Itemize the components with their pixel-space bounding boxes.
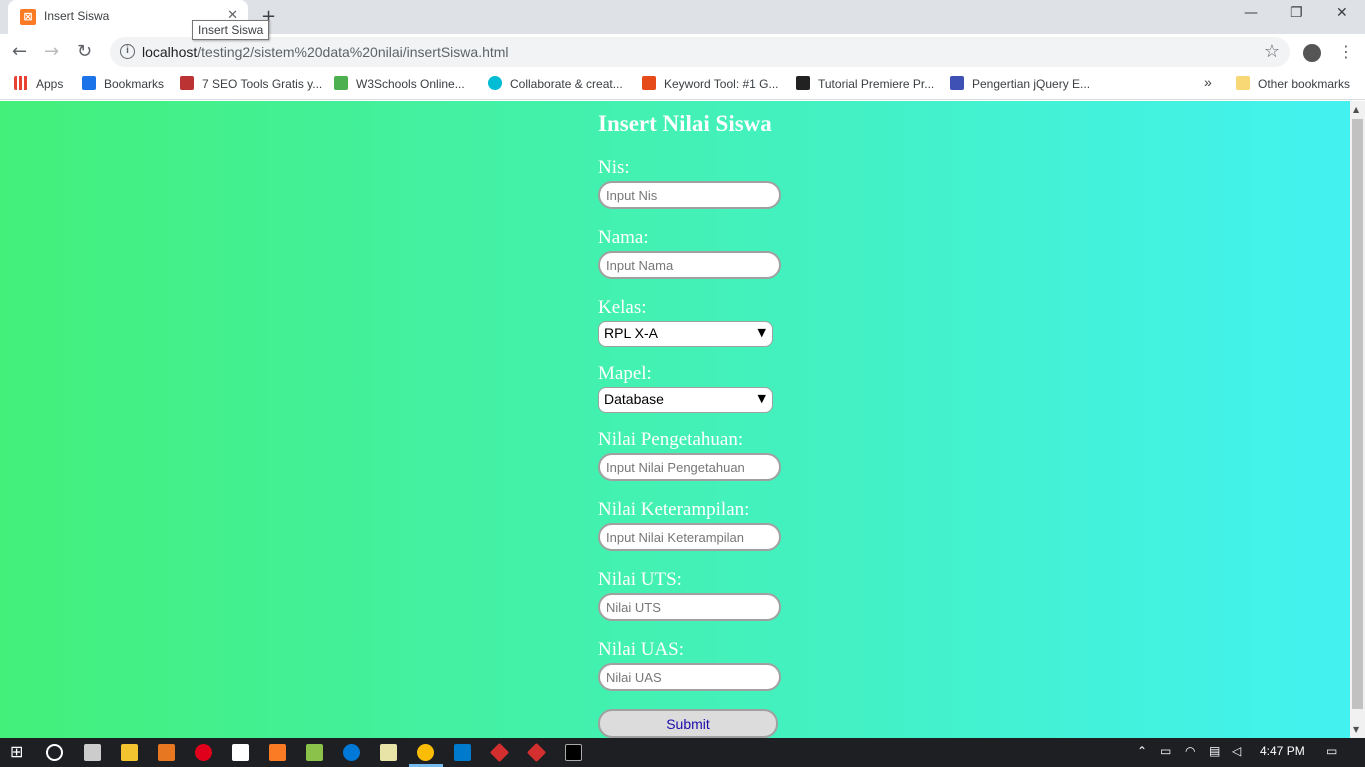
bookmark-star-icon[interactable]: ☆: [1264, 41, 1280, 62]
submit-button[interactable]: Submit: [598, 709, 778, 738]
info-icon[interactable]: i: [120, 44, 135, 59]
back-button[interactable]: ←: [12, 41, 27, 62]
apps-grid-icon: [14, 76, 28, 90]
forward-button[interactable]: →: [44, 41, 59, 62]
tab-tooltip: Insert Siswa: [192, 20, 270, 40]
mail-icon[interactable]: [232, 744, 249, 761]
edge-icon[interactable]: [343, 744, 360, 761]
other-bookmarks[interactable]: Other bookmarks: [1236, 76, 1350, 91]
scroll-thumb[interactable]: [1352, 119, 1363, 709]
bookmark-label: Keyword Tool: #1 G...: [664, 77, 779, 91]
scroll-up-arrow-icon[interactable]: ▲: [1353, 105, 1359, 114]
mapel-label: Mapel:: [598, 363, 652, 384]
page-title: Insert Nilai Siswa: [598, 111, 772, 136]
tray-chevron-icon[interactable]: ⌃: [1137, 744, 1147, 758]
bookmark-label: Apps: [36, 77, 64, 91]
uts-input[interactable]: [598, 593, 781, 621]
keterampilan-input[interactable]: [598, 523, 781, 551]
bookmark-jquery[interactable]: Pengertian jQuery E...: [950, 76, 1090, 91]
bookmark-label: Pengertian jQuery E...: [972, 77, 1091, 91]
tab-title: Insert Siswa: [44, 9, 110, 23]
address-bar[interactable]: i localhost/testing2/sistem%20data%20nil…: [110, 37, 1290, 67]
close-window-button[interactable]: ✕: [1336, 5, 1348, 21]
mapel-select[interactable]: Database ▼: [598, 387, 773, 413]
kelas-label: Kelas:: [598, 297, 647, 318]
film-icon: [796, 76, 810, 90]
bookmark-w3schools[interactable]: W3Schools Online...: [334, 76, 465, 91]
bookmark-label: 7 SEO Tools Gratis y...: [202, 77, 323, 91]
folder-icon: [1236, 76, 1250, 90]
vscode-icon[interactable]: [454, 744, 471, 761]
xampp-icon[interactable]: [269, 744, 286, 761]
chrome-icon[interactable]: [417, 744, 434, 761]
mapel-value: Database: [604, 391, 664, 407]
windows-taskbar: ⊞ ⌃ ▭ ◠ ▤ ◁ 4:47 PM ▭: [0, 738, 1365, 767]
tab-bar: ⊠ Insert Siswa ✕ Insert Siswa + — ❐ ✕: [0, 0, 1365, 40]
volume-icon[interactable]: ◁: [1232, 744, 1241, 758]
uas-label: Nilai UAS:: [598, 639, 685, 660]
wifi-icon[interactable]: ◠: [1185, 744, 1195, 758]
bookmarks-bar: Apps Bookmarks 7 SEO Tools Gratis y... W…: [0, 70, 1365, 100]
android-studio-icon[interactable]: [306, 744, 323, 761]
dropdown-arrow-icon: ▼: [757, 392, 766, 405]
bookmark-label: Tutorial Premiere Pr...: [818, 77, 935, 91]
pengetahuan-input[interactable]: [598, 453, 781, 481]
w3schools-icon: [334, 76, 348, 90]
cmd-icon[interactable]: [565, 744, 582, 761]
keterampilan-label: Nilai Keterampilan:: [598, 499, 750, 520]
sublime-icon[interactable]: [158, 744, 175, 761]
menu-dots-icon[interactable]: ⋮: [1338, 42, 1354, 61]
bookmark-seo-tools[interactable]: 7 SEO Tools Gratis y...: [180, 76, 322, 91]
profile-avatar[interactable]: [1303, 44, 1321, 62]
windows-start-icon[interactable]: ⊞: [10, 742, 27, 761]
bookmark-label: Collaborate & creat...: [510, 77, 623, 91]
printer-icon[interactable]: ▤: [1209, 744, 1220, 758]
bookmark-bookmarks[interactable]: Bookmarks: [82, 76, 164, 91]
reload-button[interactable]: ↻: [77, 41, 92, 62]
notepad-icon[interactable]: [380, 744, 397, 761]
bookmark-apps[interactable]: Apps: [14, 76, 63, 91]
app-red-icon[interactable]: [489, 742, 510, 763]
kelas-select[interactable]: RPL X-A ▼: [598, 321, 773, 347]
search-circle-icon[interactable]: [46, 744, 63, 761]
clock-time[interactable]: 4:47 PM: [1260, 744, 1305, 758]
di-icon: [950, 76, 964, 90]
battery-icon[interactable]: ▭: [1160, 744, 1171, 758]
opera-icon[interactable]: [195, 744, 212, 761]
url-text[interactable]: localhost/testing2/sistem%20data%20nilai…: [142, 44, 509, 60]
flame-icon: [642, 76, 656, 90]
nama-input[interactable]: [598, 251, 781, 279]
bookmark-collaborate[interactable]: Collaborate & creat...: [488, 76, 623, 91]
page-content: Insert Nilai Siswa Nis: Nama: Kelas: RPL…: [0, 101, 1350, 738]
star-icon: [82, 76, 96, 90]
bookmark-label: W3Schools Online...: [356, 77, 465, 91]
nama-label: Nama:: [598, 227, 649, 248]
kelas-value: RPL X-A: [604, 325, 658, 341]
vertical-scrollbar[interactable]: ▲ ▼: [1350, 101, 1365, 738]
bookmark-label: Bookmarks: [104, 77, 165, 91]
bookmark-premiere[interactable]: Tutorial Premiere Pr...: [796, 76, 934, 91]
uts-label: Nilai UTS:: [598, 569, 682, 590]
restore-button[interactable]: ❐: [1290, 5, 1303, 21]
minimize-button[interactable]: —: [1244, 5, 1258, 21]
other-bookmarks-label: Other bookmarks: [1258, 77, 1351, 91]
insert-form: Insert Nilai Siswa Nis: Nama: Kelas: RPL…: [598, 111, 898, 738]
url-path: /testing2/sistem%20data%20nilai/insertSi…: [197, 44, 509, 60]
nis-input[interactable]: [598, 181, 781, 209]
dropdown-arrow-icon: ▼: [757, 326, 766, 339]
pengetahuan-label: Nilai Pengetahuan:: [598, 429, 744, 450]
url-host: localhost: [142, 44, 198, 60]
canva-icon: [488, 76, 502, 90]
store-icon[interactable]: [84, 744, 101, 761]
scroll-down-arrow-icon[interactable]: ▼: [1353, 725, 1359, 734]
app-red-icon-2[interactable]: [526, 742, 547, 763]
file-explorer-icon[interactable]: [121, 744, 138, 761]
bookmark-keyword-tool[interactable]: Keyword Tool: #1 G...: [642, 76, 779, 91]
xampp-favicon-icon: ⊠: [20, 9, 36, 25]
notification-icon[interactable]: ▭: [1326, 744, 1337, 758]
nis-label: Nis:: [598, 157, 630, 178]
uas-input[interactable]: [598, 663, 781, 691]
bookmarks-overflow-button[interactable]: »: [1204, 74, 1212, 90]
flask-icon: [180, 76, 194, 90]
